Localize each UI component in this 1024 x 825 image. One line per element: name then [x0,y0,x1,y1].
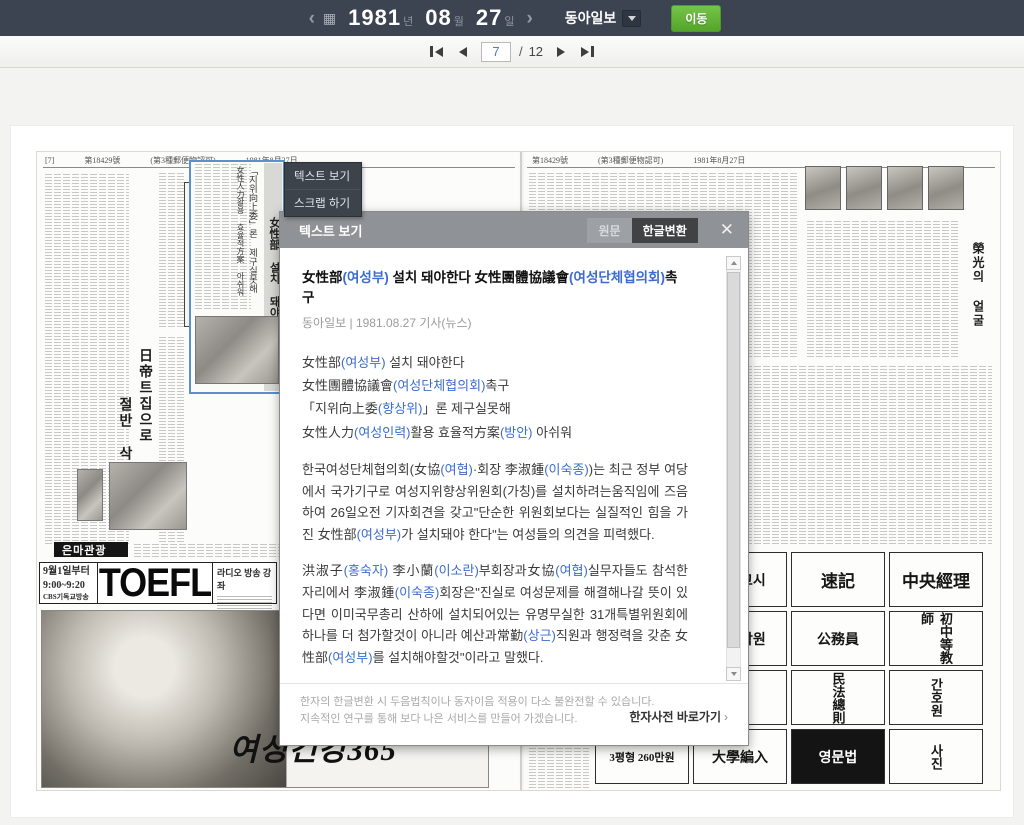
newsprint-columns [157,172,185,327]
article-subhead: 女性團體協議會(여성단체협의회)촉구 [302,377,510,393]
photo-press-conference [195,316,279,384]
page-separator: / [518,44,523,59]
toefl-start-date: 9월1일부터 [43,566,90,577]
next-page-button[interactable] [555,45,567,59]
viewer-panel: [7] 第18429號 (第3種郵便物認可) 1981年8月27日 第18429… [10,125,1014,818]
toefl-ad-right: 라디오 방송 강좌 [212,563,276,621]
original-text-button[interactable]: 원문 [587,217,632,243]
article-paragraph: 洪淑子(홍숙자) 李小蘭(이소란)부회장과女協(여협)실무자들도 참석한 자리에… [302,563,688,665]
page-total-label: 12 [528,44,544,59]
classified-ad: 初中等教師 [889,611,983,666]
hanja-dictionary-link-label: 한자사전 바로가기 [629,710,721,724]
hanja-dictionary-link[interactable]: 한자사전 바로가기 › [629,708,728,725]
newsprint-columns [805,220,960,357]
selected-article-subhead: 「지위向上委」론 제구실못해 [248,166,258,293]
classified-ad: 民法總則 [791,670,885,725]
photo-portrait [846,166,882,210]
article-context-menu: 텍스트 보기 스크랩 하기 [284,162,362,217]
scroll-up-button[interactable] [726,256,741,270]
popup-footer: 한자의 한글변환 시 두음법칙이나 동자이음 적용이 다소 불완전할 수 있습니… [280,683,748,745]
article-subhead: 「지위向上委(향상위)」론 제구실못해 [302,401,511,417]
scrollbar-thumb[interactable] [727,272,740,648]
next-date-button[interactable]: › [520,9,538,28]
classified-ad: 公務員 [791,611,885,666]
popup-header: 텍스트 보기 원문 한글변환 ✕ [280,212,748,248]
newsprint-columns [132,542,285,557]
print-date: 1981年8月27日 [693,156,746,165]
issue-number: 第18429號 [84,156,121,165]
hangul-convert-button[interactable]: 한글변환 [631,217,698,243]
right-page-masthead: 第18429號 (第3種郵便物認可) 1981年8月27日 [532,155,745,166]
postal-note: (第3種郵便物認可) [598,156,664,165]
article-title: 女性部(여성부) 설치 돼야한다 女性團體協議會(여성단체협의회)촉구 [302,270,678,306]
photo-group [109,462,187,530]
prev-date-button[interactable]: ‹ [303,9,321,28]
date-year-label: 년 [403,16,414,28]
selected-article-region[interactable]: 女性部 설치 돼야한다 「지위向上委」론 제구실못해 女性人力활용 효율적方案 … [189,160,285,394]
page-number-input[interactable] [480,41,511,62]
prev-page-button[interactable] [457,45,469,59]
triangle-left-icon [434,46,443,57]
first-page-button[interactable] [428,44,445,59]
go-button[interactable]: 이동 [671,4,722,32]
triangle-down-icon [730,672,737,676]
triangle-left-icon [458,46,467,57]
photo-portrait [928,166,964,210]
eunma-ad: 은마관광 [54,542,128,557]
toefl-station: CBS기독교방송 [43,593,89,601]
article-text-area: 女性部(여성부) 설치 돼야한다 女性團體協議會(여성단체협의회)촉구 동아일보… [280,248,748,683]
classified-ad: 영문법 [791,729,885,784]
page-number-print: [7] [45,156,55,165]
toefl-time: 9:00~9:20 [43,580,85,591]
chevron-down-icon [627,15,636,21]
gallery-vertical-label: 榮光의 얼굴 [971,242,985,328]
last-page-icon [591,46,595,57]
newspaper-dropdown-button[interactable] [622,9,642,27]
first-page-icon [429,46,433,57]
page-navigation-toolbar: / 12 [0,36,1024,68]
date-month: 08 [425,5,452,30]
classified-ad: 中央經理 [889,552,983,607]
calendar-icon[interactable]: ▦ [323,10,336,27]
photo-portrait [805,166,841,210]
date-month-label: 월 [453,16,464,28]
date-year: 1981 [348,5,402,30]
selected-article-subhead2: 女性人力활용 효율적方案 아쉬워 [236,166,245,296]
article-subhead: 女性部(여성부) 설치 돼야한다 [302,354,465,370]
context-menu-scrap[interactable]: 스크랩 하기 [285,189,361,216]
triangle-up-icon [730,261,737,265]
newspaper-select-value: 동아일보 [564,10,617,26]
article-meta: 동아일보 | 1981.08.27 기사(뉴스) [302,315,472,330]
toefl-logo: TOEFL [98,559,212,605]
chevron-right-icon: › [724,710,728,724]
classified-ad: 사진 [889,729,983,784]
photo-portrait [77,469,103,521]
toefl-ad: 9월1일부터 9:00~9:20 CBS기독교방송 TOEFL 라디오 방송 강… [39,559,277,621]
triangle-right-icon [557,46,566,57]
classified-ad: 간호원 [889,670,983,725]
classified-ad: 速記 [791,552,885,607]
last-page-button[interactable] [579,44,596,59]
article-subhead: 女性人力(여성인력)활용 효율적方案(방안) 아쉬워 [302,424,573,440]
portraits-row [805,166,964,210]
text-view-popup: 텍스트 보기 원문 한글변환 ✕ 女性部(여성부) 설치 돼야한다 女性團體協議… [279,211,749,746]
toefl-radio-label: 라디오 방송 강좌 [217,568,272,591]
context-menu-view-text[interactable]: 텍스트 보기 [285,163,361,189]
close-icon[interactable]: ✕ [720,220,734,240]
scroll-down-button[interactable] [726,667,741,681]
issue-number: 第18429號 [532,156,568,165]
date-day-label: 일 [504,16,515,28]
article-paragraph: 한국여성단체협의회(女協(여협)·회장 李淑鍾(이숙종))는 최근 정부 여당에… [302,462,688,542]
photo-portrait [887,166,923,210]
popup-scrollbar[interactable] [726,256,741,681]
popup-title: 텍스트 보기 [299,223,363,239]
date-day: 27 [475,5,503,30]
triangle-right-icon [581,46,590,57]
toefl-ad-schedule: 9월1일부터 9:00~9:20 CBS기독교방송 [40,563,98,603]
date-navigation-header: ‹ ▦ 1981 년 08 월 27 일 › 동아일보 이동 [0,0,1024,36]
